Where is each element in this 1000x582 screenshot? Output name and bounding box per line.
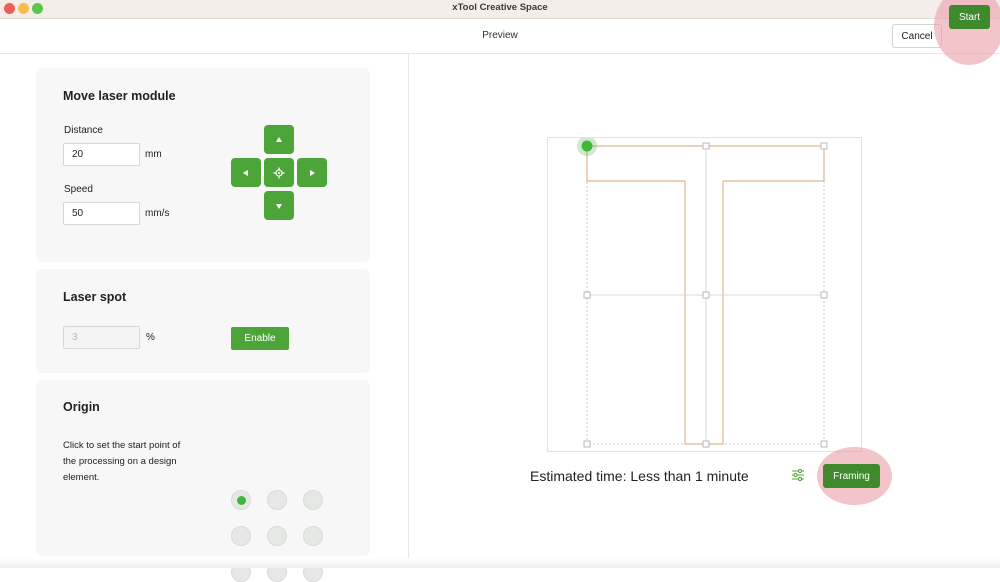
origin-option-5[interactable] [303, 526, 323, 546]
move-right-button[interactable] [297, 158, 327, 187]
origin-marker [581, 140, 593, 152]
speed-label: Speed [64, 184, 93, 195]
origin-option-0[interactable] [231, 490, 251, 510]
distance-label: Distance [64, 125, 103, 136]
speed-unit: mm/s [145, 208, 170, 219]
speed-input[interactable]: 50 [63, 202, 140, 225]
design-preview [577, 136, 828, 448]
start-button[interactable]: Start [949, 5, 990, 29]
origin-option-1[interactable] [267, 490, 287, 510]
down-arrow-icon [276, 203, 282, 209]
enable-button[interactable]: Enable [231, 327, 289, 350]
origin-description: Click to set the start point of the proc… [63, 440, 181, 483]
left-arrow-icon [243, 169, 248, 176]
laser-spot-input[interactable]: 3 [63, 326, 140, 349]
home-button[interactable] [264, 158, 294, 187]
sliders-icon[interactable] [791, 468, 805, 482]
title-bar: xTool Creative Space [0, 0, 1000, 19]
up-arrow-icon [276, 136, 282, 142]
page-title: Preview [482, 30, 518, 41]
distance-unit: mm [145, 149, 162, 160]
preview-canvas[interactable] [547, 136, 862, 452]
laser-spot-unit: % [146, 332, 155, 343]
laser-spot-title: Laser spot [63, 290, 127, 304]
settings-panel: Move laser module Distance 20 mm Speed 5… [0, 54, 409, 582]
move-laser-card: Move laser module Distance 20 mm Speed 5… [36, 68, 370, 262]
framing-button[interactable]: Framing [823, 464, 880, 488]
right-arrow-icon [310, 169, 315, 176]
origin-title: Origin [63, 400, 100, 414]
preview-header: Preview Cancel [0, 19, 1000, 54]
home-crosshair-icon [273, 167, 285, 178]
laser-spot-card: Laser spot 3 % Enable [36, 269, 370, 373]
app-title: xTool Creative Space [452, 2, 548, 13]
estimated-time: Estimated time: Less than 1 minute [530, 468, 749, 484]
origin-option-2[interactable] [303, 490, 323, 510]
window-bottom-edge [0, 558, 1000, 568]
origin-card: Origin Click to set the start point of t… [36, 380, 370, 582]
move-laser-title: Move laser module [63, 89, 176, 103]
distance-input[interactable]: 20 [63, 143, 140, 166]
origin-option-4[interactable] [267, 526, 287, 546]
origin-option-3[interactable] [231, 526, 251, 546]
move-down-button[interactable] [264, 191, 294, 220]
move-left-button[interactable] [231, 158, 261, 187]
move-up-button[interactable] [264, 125, 294, 154]
